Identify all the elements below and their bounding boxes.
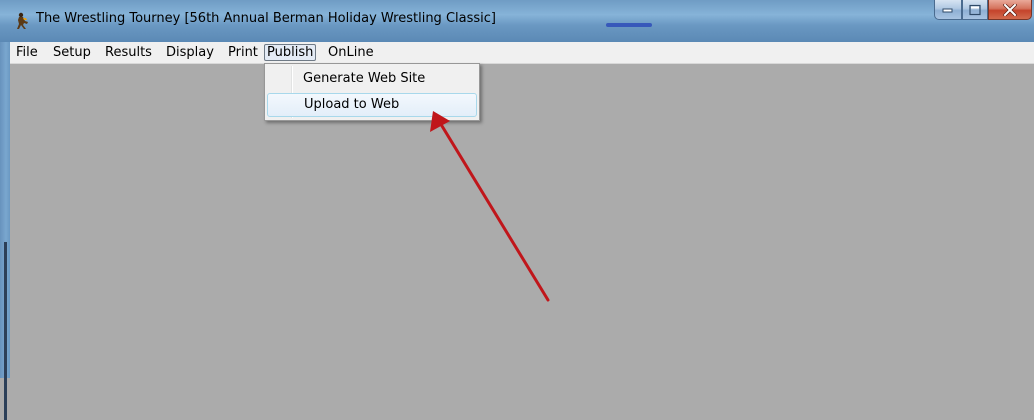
maximize-button[interactable] <box>962 0 988 20</box>
window-title: The Wrestling Tourney [56th Annual Berma… <box>36 11 496 26</box>
title-bar[interactable]: The Wrestling Tourney [56th Annual Berma… <box>0 0 1034 42</box>
menu-results[interactable]: Results <box>105 44 152 61</box>
menu-display[interactable]: Display <box>166 44 214 61</box>
title-glow <box>606 23 652 27</box>
menu-print[interactable]: Print <box>228 44 258 61</box>
menu-setup[interactable]: Setup <box>53 44 91 61</box>
publish-dropdown-menu: Generate Web Site Upload to Web <box>264 63 480 121</box>
menu-online[interactable]: OnLine <box>328 44 374 61</box>
app-window: The Wrestling Tourney [56th Annual Berma… <box>0 0 1034 420</box>
close-icon <box>1003 3 1017 16</box>
menu-bar: File Setup Results Display Print Publish… <box>10 42 1034 64</box>
close-button[interactable] <box>988 0 1032 20</box>
minimize-button[interactable] <box>934 0 962 20</box>
wrestler-icon <box>14 12 32 30</box>
menu-file[interactable]: File <box>16 44 38 61</box>
menu-item-generate-web-site[interactable]: Generate Web Site <box>267 68 477 92</box>
menu-item-upload-to-web[interactable]: Upload to Web <box>267 93 477 117</box>
menu-publish[interactable]: Publish <box>264 44 317 61</box>
maximize-icon <box>969 4 981 15</box>
frame-shadow <box>4 242 7 420</box>
window-left-frame <box>0 42 10 420</box>
minimize-icon <box>942 8 953 12</box>
